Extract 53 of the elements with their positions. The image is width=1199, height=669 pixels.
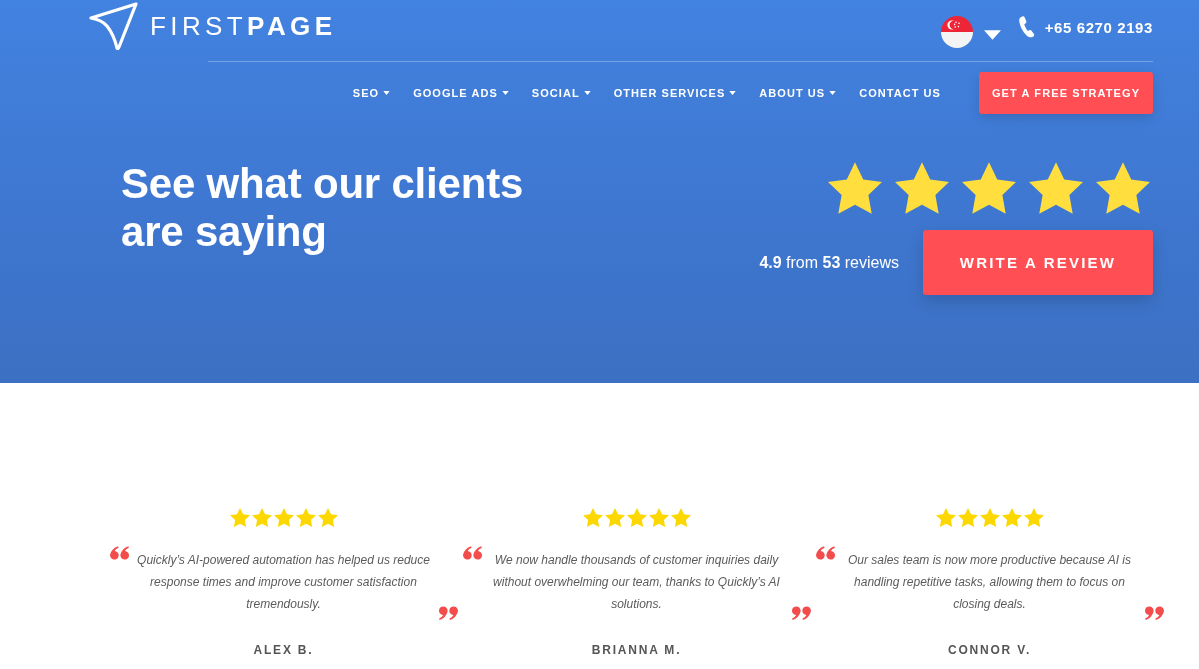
caret-icon[interactable] xyxy=(983,30,1001,40)
open-quote-icon xyxy=(461,545,483,560)
close-quote-icon xyxy=(437,606,459,621)
testimonial-quote: Our sales team is now more productive because AI is handling repetitive tasks, allowing them to focus on closing deals. xyxy=(847,552,1132,613)
star-icon xyxy=(828,162,882,214)
testimonial-quote: We now handle thousands of customer inquiries daily without overwhelming our team, thanks to Quickly’s AI solutions. xyxy=(492,552,781,613)
close-quote-icon xyxy=(790,606,812,621)
logo-wordmark[interactable]: FIRSTPAGE xyxy=(150,10,337,42)
caret-icon xyxy=(829,91,837,95)
star-icon xyxy=(604,508,625,527)
star-icon xyxy=(1023,508,1044,527)
nav-link[interactable]: SEO xyxy=(352,87,391,99)
rating-summary: 4.9 from 53 reviews xyxy=(759,253,899,272)
close-quote-icon xyxy=(1143,606,1165,621)
reviewer-name: BRIANNA M. xyxy=(591,643,682,657)
reviewer-name: ALEX B. xyxy=(253,643,314,657)
nav-link[interactable]: CONTACT US xyxy=(859,87,941,99)
star-icon xyxy=(229,508,250,527)
star-icon xyxy=(582,508,603,527)
star-icon xyxy=(648,508,669,527)
phone-number[interactable]: +65 6270 2193 xyxy=(1044,18,1153,36)
free-strategy-button[interactable]: GET A FREE STRATEGY xyxy=(979,72,1153,114)
write-review-button[interactable]: WRITE A REVIEW xyxy=(923,230,1153,295)
caret-icon xyxy=(501,91,509,95)
phone-icon xyxy=(1017,16,1036,38)
star-icon xyxy=(626,508,647,527)
caret-icon xyxy=(383,91,391,95)
nav-link[interactable]: ABOUT US xyxy=(759,87,837,99)
star-icon xyxy=(962,162,1016,214)
star-icon xyxy=(295,508,316,527)
nav-link[interactable]: OTHER SERVICES xyxy=(613,87,737,99)
star-icon xyxy=(317,508,338,527)
nav-link[interactable]: SOCIAL xyxy=(531,87,591,99)
star-icon xyxy=(273,508,294,527)
flag-icon[interactable] xyxy=(940,16,973,48)
star-icon xyxy=(979,508,1000,527)
star-icon xyxy=(670,508,691,527)
hero-title: See what our clients are saying xyxy=(121,160,525,256)
open-quote-icon xyxy=(108,545,130,560)
testimonial-quote: Quickly’s AI-powered automation has helped us reduce response times and improve customer satisfaction tremendously. xyxy=(136,552,431,613)
star-icon xyxy=(1001,508,1022,527)
nav-link[interactable]: GOOGLE ADS xyxy=(413,87,509,99)
star-icon xyxy=(895,162,949,214)
star-icon xyxy=(1096,162,1150,214)
star-icon xyxy=(957,508,978,527)
caret-icon xyxy=(729,91,737,95)
star-icon xyxy=(935,508,956,527)
star-icon xyxy=(1029,162,1083,214)
paper-plane-icon[interactable] xyxy=(88,2,138,50)
open-quote-icon xyxy=(814,545,836,560)
reviewer-name: CONNOR V. xyxy=(947,643,1032,657)
star-icon xyxy=(251,508,272,527)
caret-icon xyxy=(583,91,591,95)
